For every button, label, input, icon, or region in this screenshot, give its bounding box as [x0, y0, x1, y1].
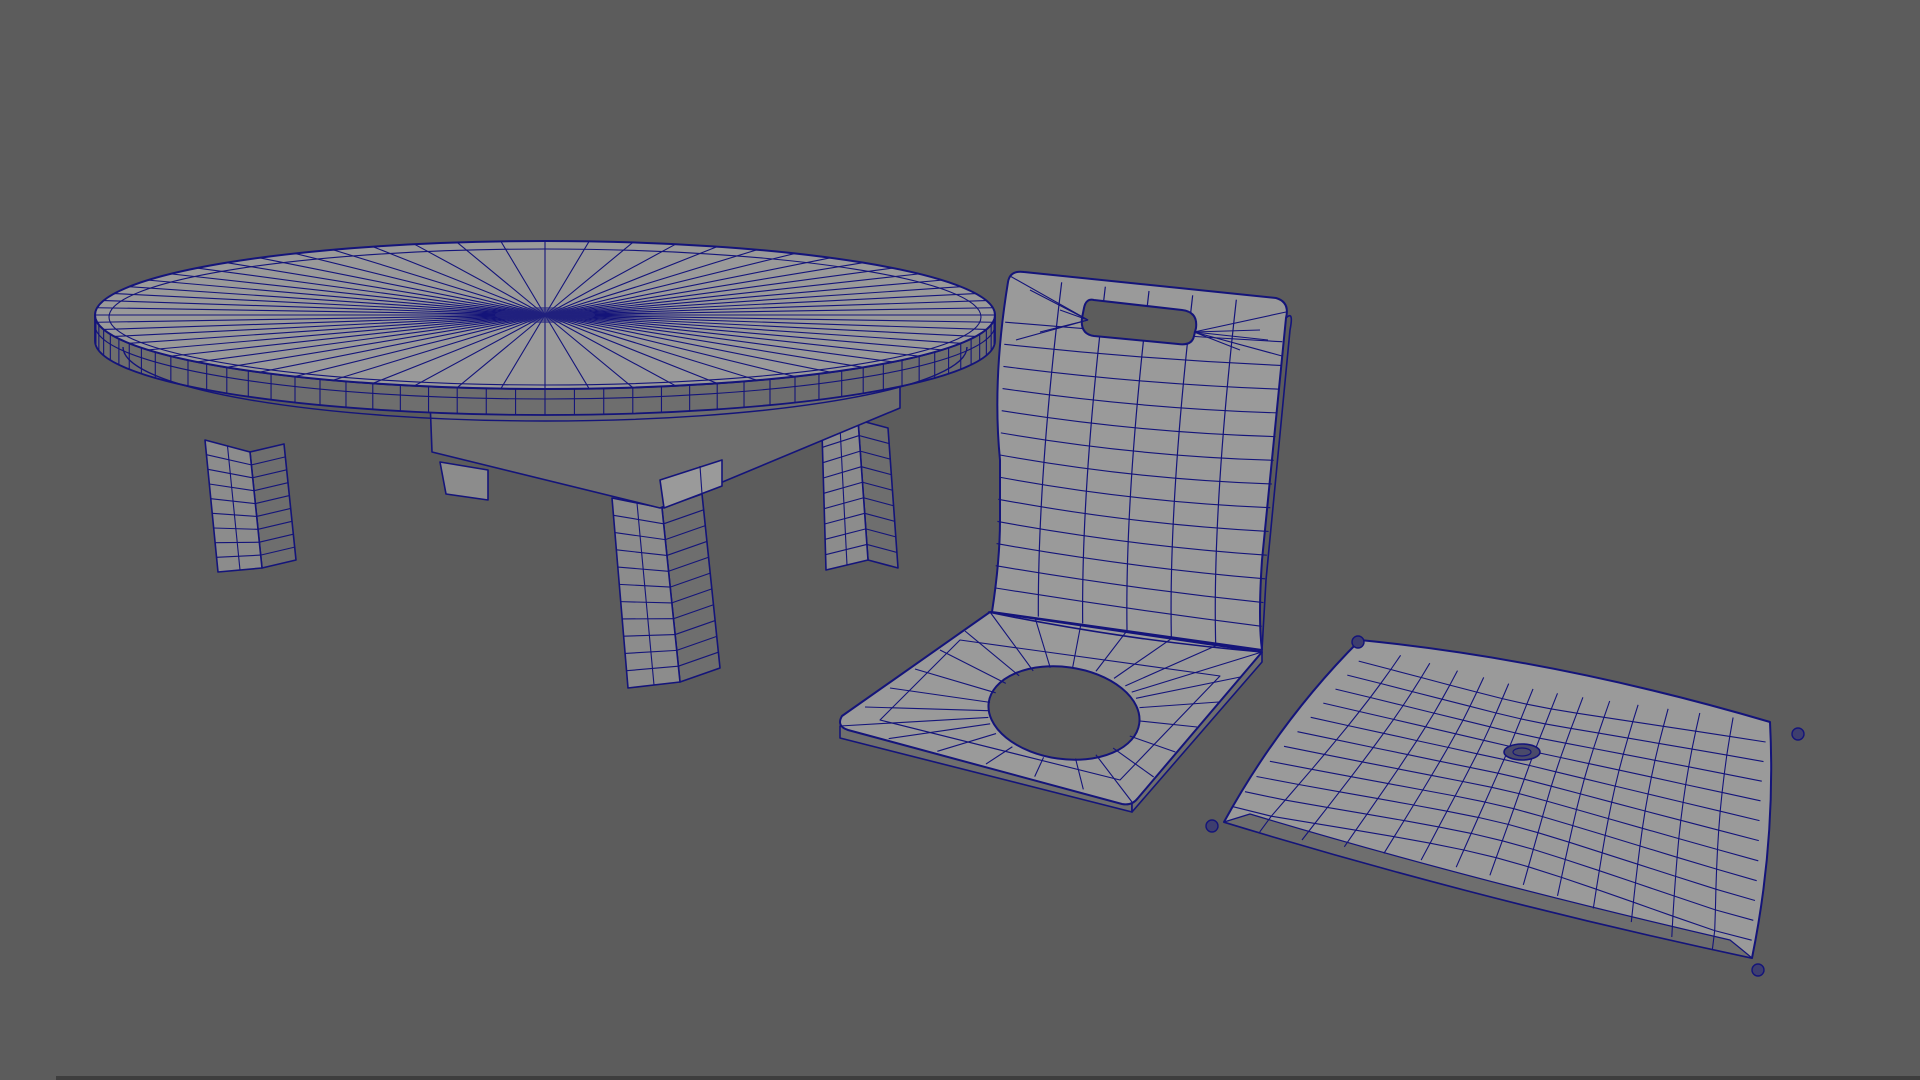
table-leg-front [611, 493, 721, 689]
3d-viewport[interactable] [0, 0, 1920, 1080]
cushion-corner-tassel [1791, 727, 1805, 741]
cushion-corner-tassel [1205, 819, 1219, 833]
cushion-center-tuft [1503, 743, 1541, 761]
viewport-scene[interactable] [0, 0, 1920, 1080]
table-leg-back-left [204, 439, 297, 573]
chair-backrest [991, 270, 1293, 651]
cushion-corner-tassel [1351, 635, 1365, 649]
cushion-body [1223, 639, 1773, 959]
table-leg-back-right [821, 419, 899, 571]
round-table-mesh[interactable] [94, 240, 996, 689]
floor-cushion-mesh[interactable] [1205, 635, 1805, 977]
apron-block [439, 461, 489, 501]
cushion-corner-tassel [1751, 963, 1765, 977]
chair-seat [839, 611, 1263, 813]
top-center-pole [495, 307, 595, 323]
table-top [94, 240, 996, 422]
viewport-bottom-border [56, 1076, 1920, 1080]
